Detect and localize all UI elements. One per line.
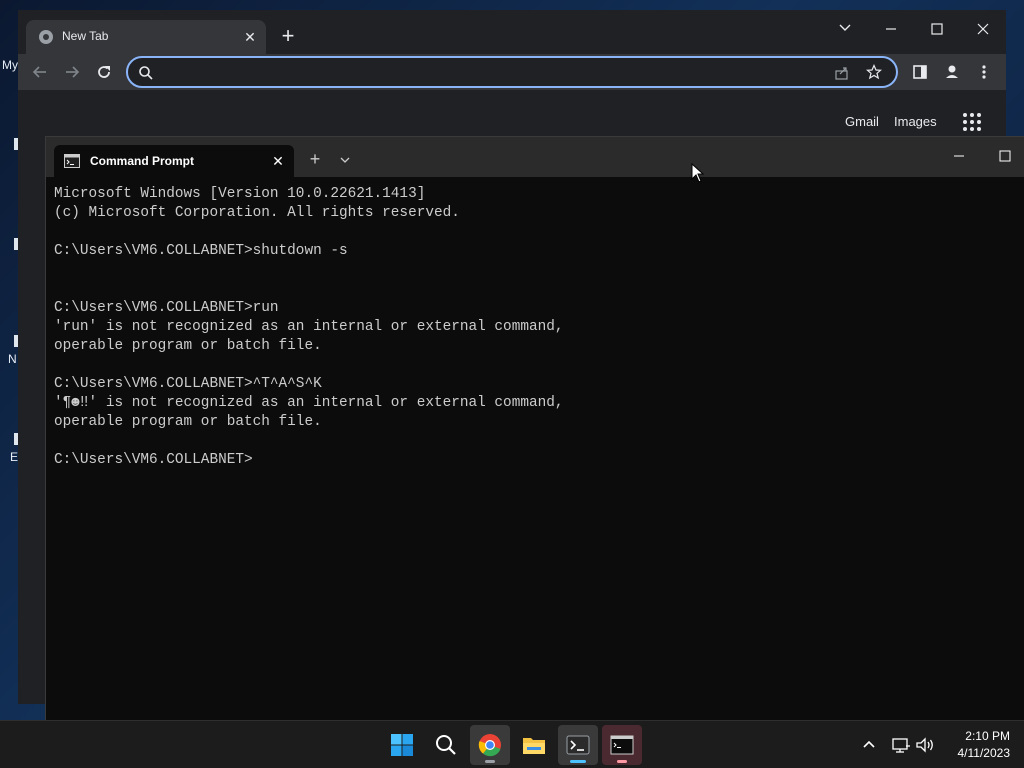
terminal-prompt-line[interactable]: C:\Users\VM6.COLLABNET>	[54, 451, 1014, 470]
reload-button[interactable]	[90, 58, 118, 86]
forward-button[interactable]	[58, 58, 86, 86]
terminal-line: C:\Users\VM6.COLLABNET>shutdown -s	[54, 243, 348, 259]
minimize-icon	[954, 155, 964, 157]
chrome-menu-button[interactable]	[970, 58, 998, 86]
desktop-icon-label[interactable]: E	[10, 450, 18, 464]
back-button[interactable]	[26, 58, 54, 86]
chrome-toolbar	[18, 54, 1006, 90]
terminal-minimize-button[interactable]	[936, 143, 982, 169]
new-tab-button[interactable]: +	[274, 24, 302, 52]
taskbar-command-prompt-button[interactable]	[602, 725, 642, 765]
bookmark-star-icon[interactable]	[866, 64, 882, 80]
side-panel-button[interactable]	[906, 58, 934, 86]
profile-button[interactable]	[938, 58, 966, 86]
taskbar-file-explorer-button[interactable]	[514, 725, 554, 765]
terminal-window: Command Prompt ✕ + Microsoft Windows [Ve…	[45, 136, 1024, 720]
terminal-maximize-button[interactable]	[982, 143, 1024, 169]
tab-search-button[interactable]	[822, 14, 868, 44]
more-vert-icon	[982, 65, 986, 79]
clock-time[interactable]: 2:10 PM	[940, 729, 1010, 743]
mouse-cursor-icon	[691, 163, 705, 183]
close-tab-icon[interactable]: ✕	[268, 151, 288, 171]
running-indicator	[485, 760, 495, 763]
address-bar[interactable]	[126, 56, 898, 88]
chrome-maximize-button[interactable]	[914, 14, 960, 44]
chrome-icon	[478, 734, 501, 757]
start-button[interactable]	[382, 725, 422, 765]
arrow-right-icon	[66, 66, 80, 78]
arrow-left-icon	[32, 66, 46, 78]
terminal-tab-title: Command Prompt	[90, 154, 195, 168]
chrome-tab-title: New Tab	[62, 29, 109, 43]
reload-icon	[98, 66, 110, 78]
running-indicator	[617, 760, 627, 763]
maximize-icon	[931, 23, 943, 35]
search-icon	[436, 735, 456, 755]
terminal-dropdown-button[interactable]	[334, 149, 356, 171]
terminal-icon	[566, 735, 590, 755]
start-icon	[391, 734, 413, 756]
terminal-line: C:\Users\VM6.COLLABNET>^T^A^S^K	[54, 376, 322, 392]
chrome-tab-strip: New Tab ✕ +	[18, 10, 1006, 54]
taskbar-search-button[interactable]	[426, 725, 466, 765]
taskbar-chrome-button[interactable]	[470, 725, 510, 765]
file-explorer-icon	[523, 738, 545, 754]
command-prompt-icon	[64, 154, 80, 168]
side-panel-icon	[913, 65, 927, 79]
gmail-link[interactable]: Gmail	[845, 114, 879, 129]
desktop-icon-label[interactable]: My	[2, 58, 18, 72]
taskbar: 2:10 PM 4/11/2023	[0, 720, 1024, 768]
close-icon	[977, 23, 989, 35]
terminal-output[interactable]: Microsoft Windows [Version 10.0.22621.14…	[54, 185, 1014, 705]
terminal-line: operable program or batch file.	[54, 338, 322, 354]
terminal-line: operable program or batch file.	[54, 414, 322, 430]
desktop-icon-label[interactable]: N	[8, 352, 17, 366]
chrome-close-button[interactable]	[960, 14, 1006, 44]
maximize-icon	[999, 150, 1011, 162]
terminal-title-bar[interactable]: Command Prompt ✕ +	[46, 137, 1024, 177]
terminal-new-tab-button[interactable]: +	[304, 149, 326, 171]
chrome-minimize-button[interactable]	[868, 14, 914, 44]
speaker-icon	[916, 737, 933, 753]
chrome-icon	[39, 30, 53, 44]
search-icon	[139, 66, 153, 80]
network-icon	[892, 738, 910, 753]
address-input[interactable]	[162, 62, 822, 82]
terminal-line: (c) Microsoft Corporation. All rights re…	[54, 205, 460, 221]
command-prompt-icon	[610, 735, 634, 755]
terminal-tab-command-prompt[interactable]: Command Prompt ✕	[54, 145, 294, 177]
terminal-line: '¶☻‼' is not recognized as an internal o…	[54, 395, 564, 411]
clock-date[interactable]: 4/11/2023	[940, 746, 1011, 760]
google-apps-icon[interactable]	[962, 112, 982, 132]
profile-icon	[946, 65, 958, 78]
close-tab-icon[interactable]: ✕	[240, 27, 260, 47]
volume-button[interactable]	[913, 733, 937, 757]
taskbar-terminal-button[interactable]	[558, 725, 598, 765]
minimize-icon	[886, 28, 896, 30]
terminal-line: Microsoft Windows [Version 10.0.22621.14…	[54, 186, 426, 202]
chevron-up-icon	[863, 740, 875, 748]
show-hidden-icons-button[interactable]	[857, 733, 881, 757]
chrome-tab-new-tab[interactable]: New Tab ✕	[26, 20, 266, 54]
network-button[interactable]	[889, 733, 913, 757]
chevron-down-icon	[839, 24, 851, 31]
images-link[interactable]: Images	[894, 114, 937, 129]
terminal-line: 'run' is not recognized as an internal o…	[54, 319, 564, 335]
share-icon[interactable]	[834, 65, 850, 81]
chevron-down-icon	[340, 157, 350, 163]
active-indicator	[570, 760, 586, 763]
terminal-line: C:\Users\VM6.COLLABNET>run	[54, 300, 279, 316]
